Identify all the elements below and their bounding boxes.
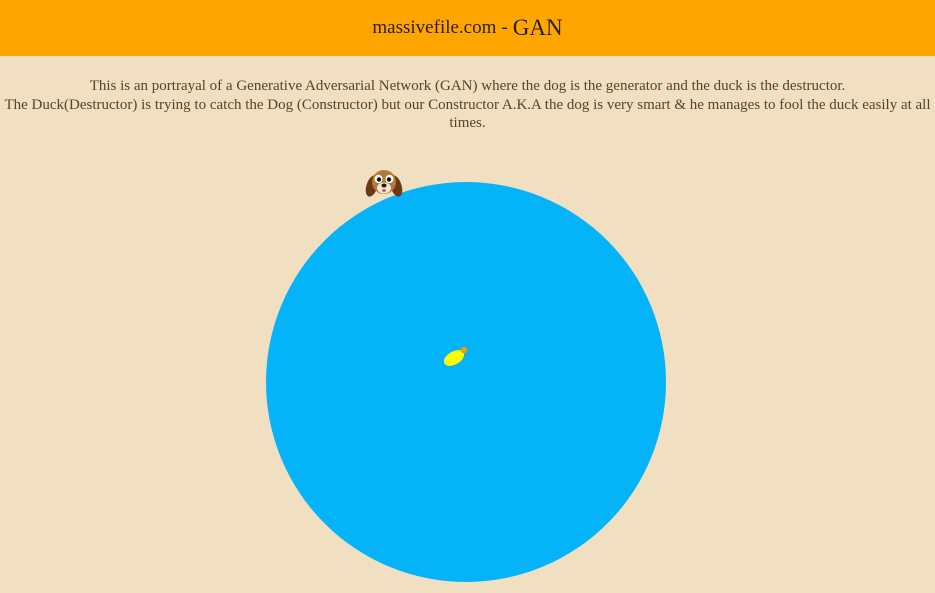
pond: [266, 182, 666, 582]
dog-face-icon: [365, 164, 403, 202]
duck-icon: [441, 344, 473, 370]
description-line-1: This is an portrayal of a Generative Adv…: [89, 78, 846, 94]
page-header: massivefile.com - GAN: [0, 0, 935, 56]
page-title: GAN: [512, 15, 563, 40]
title-separator: -: [501, 17, 508, 38]
site-name: massivefile.com: [372, 17, 497, 38]
description-line-2: The Duck(Destructor) is trying to catch …: [4, 96, 931, 132]
description: This is an portrayal of a Generative Adv…: [0, 77, 935, 133]
